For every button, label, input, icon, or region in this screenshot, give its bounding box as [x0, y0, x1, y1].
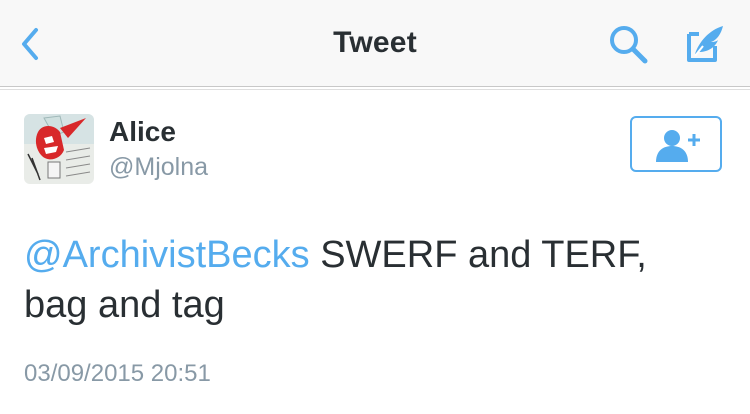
follow-button[interactable] [630, 116, 722, 172]
tweet-timestamp: 03/09/2015 20:51 [24, 360, 211, 387]
follow-user-icon [656, 130, 700, 162]
compose-icon [687, 26, 723, 62]
tweet-detail: Alice @Mjolna @ArchivistBecks SWERF and … [0, 90, 750, 414]
avatar-image-icon [24, 114, 94, 184]
tweet-text: @ArchivistBecks SWERF and TERF, bag and t… [24, 230, 724, 330]
search-icon [610, 26, 648, 64]
compose-button[interactable] [681, 20, 729, 68]
tweet-text-line2: bag and tag [24, 284, 225, 326]
avatar[interactable] [24, 114, 94, 184]
search-button[interactable] [606, 22, 652, 66]
navigation-bar: Tweet [0, 0, 750, 90]
author-name[interactable]: Alice [109, 116, 176, 148]
mention-link[interactable]: @ArchivistBecks [24, 234, 310, 276]
author-handle[interactable]: @Mjolna [109, 153, 208, 182]
tweet-text-line1: SWERF and TERF, [309, 234, 647, 276]
